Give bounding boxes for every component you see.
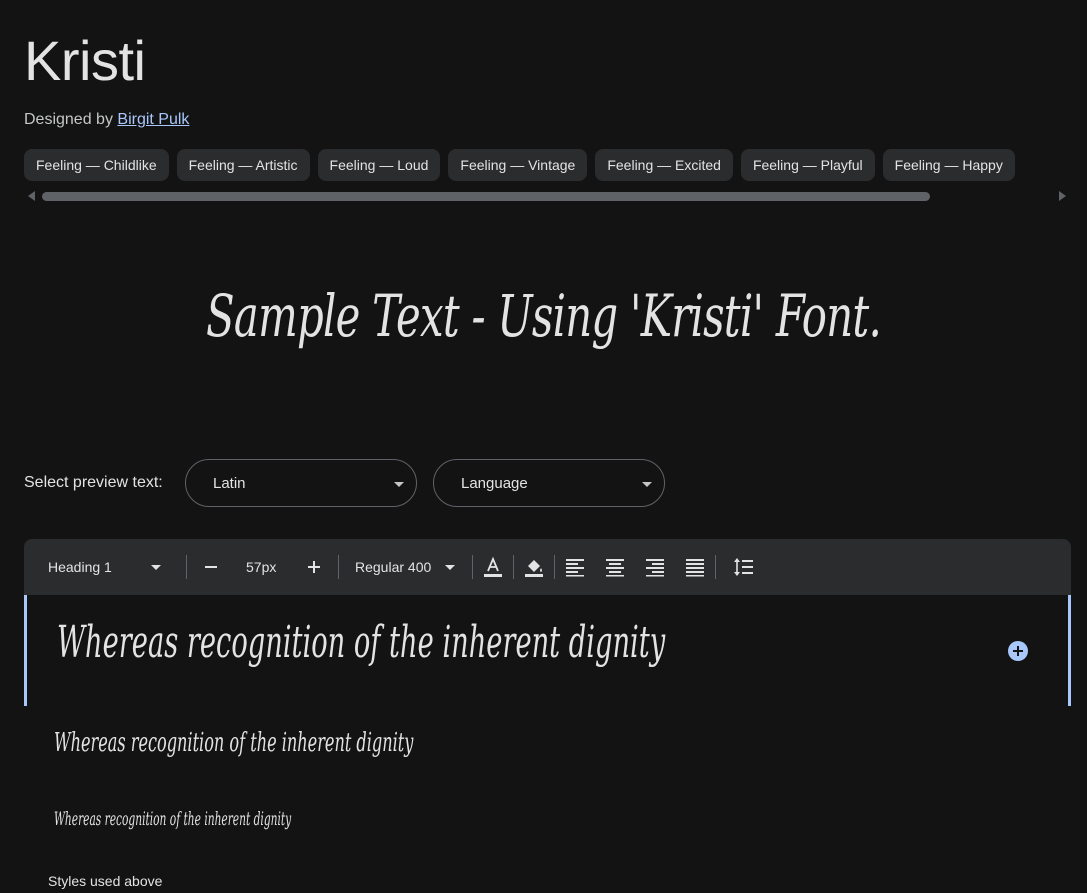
designer-link[interactable]: Birgit Pulk — [117, 111, 189, 128]
weight-select-value: Regular 400 — [355, 559, 432, 575]
style-select-value: Heading 1 — [48, 559, 112, 575]
plus-icon[interactable] — [302, 555, 326, 579]
tag-chip[interactable]: Feeling — Excited — [595, 149, 733, 181]
scroll-right-arrow-icon[interactable] — [1059, 191, 1066, 201]
minus-icon[interactable] — [199, 555, 223, 579]
chevron-down-icon — [445, 565, 455, 570]
scroll-left-arrow-icon[interactable] — [28, 191, 35, 201]
align-justify-icon[interactable] — [683, 555, 707, 579]
horizontal-scrollbar-thumb[interactable] — [42, 192, 930, 201]
add-style-icon[interactable] — [1008, 641, 1028, 661]
font-title: Kristi — [24, 29, 146, 92]
preview-text-label: Select preview text: — [24, 474, 163, 491]
toolbar-divider — [472, 555, 473, 579]
chevron-down-icon — [151, 565, 161, 570]
chevron-down-icon — [394, 482, 404, 487]
toolbar-divider — [338, 555, 339, 579]
heading-2-preview[interactable]: Whereas recognition of the inherent dign… — [54, 728, 413, 758]
toolbar-divider — [186, 555, 187, 579]
tag-list: Feeling — Childlike Feeling — Artistic Fee… — [24, 149, 1064, 181]
tag-chip[interactable]: Feeling — Vintage — [448, 149, 588, 181]
tag-chip[interactable]: Feeling — Artistic — [176, 149, 310, 181]
heading-3-preview[interactable]: Whereas recognition of the inherent dign… — [54, 808, 291, 830]
editor-toolbar: Heading 1 57px Regular 400 — [24, 539, 1071, 595]
tag-chip[interactable]: Feeling — Loud — [317, 149, 441, 181]
tag-chip[interactable]: Feeling — Playful — [740, 149, 875, 181]
language-select[interactable]: Language — [433, 459, 665, 507]
designer-line: Designed by Birgit Pulk — [24, 111, 189, 129]
language-select-value: Language — [461, 475, 528, 492]
toolbar-divider — [715, 555, 716, 579]
tag-chip[interactable]: Feeling — Happy — [882, 149, 1015, 181]
styles-used-label: Styles used above — [48, 873, 163, 889]
toolbar-divider — [554, 555, 555, 579]
script-select[interactable]: Latin — [185, 459, 417, 507]
designed-by-label: Designed by — [24, 111, 113, 128]
align-center-icon[interactable] — [603, 555, 627, 579]
chevron-down-icon — [642, 482, 652, 487]
editor-heading-1-block[interactable]: Whereas recognition of the inherent dign… — [24, 595, 1071, 706]
sample-text: Sample Text - Using 'Kristi' Font. — [206, 282, 882, 350]
text-color-icon[interactable] — [481, 555, 505, 579]
weight-select[interactable]: Regular 400 — [355, 539, 431, 595]
toolbar-divider — [513, 555, 514, 579]
style-select[interactable]: Heading 1 — [48, 539, 112, 595]
tag-list-fade — [1025, 149, 1065, 181]
script-select-value: Latin — [213, 475, 246, 492]
align-right-icon[interactable] — [643, 555, 667, 579]
line-spacing-icon[interactable] — [732, 555, 756, 579]
font-size-value[interactable]: 57px — [246, 539, 276, 595]
align-left-icon[interactable] — [563, 555, 587, 579]
heading-1-preview[interactable]: Whereas recognition of the inherent dign… — [57, 617, 665, 668]
highlight-color-icon[interactable] — [522, 555, 546, 579]
tag-chip[interactable]: Feeling — Childlike — [24, 149, 169, 181]
